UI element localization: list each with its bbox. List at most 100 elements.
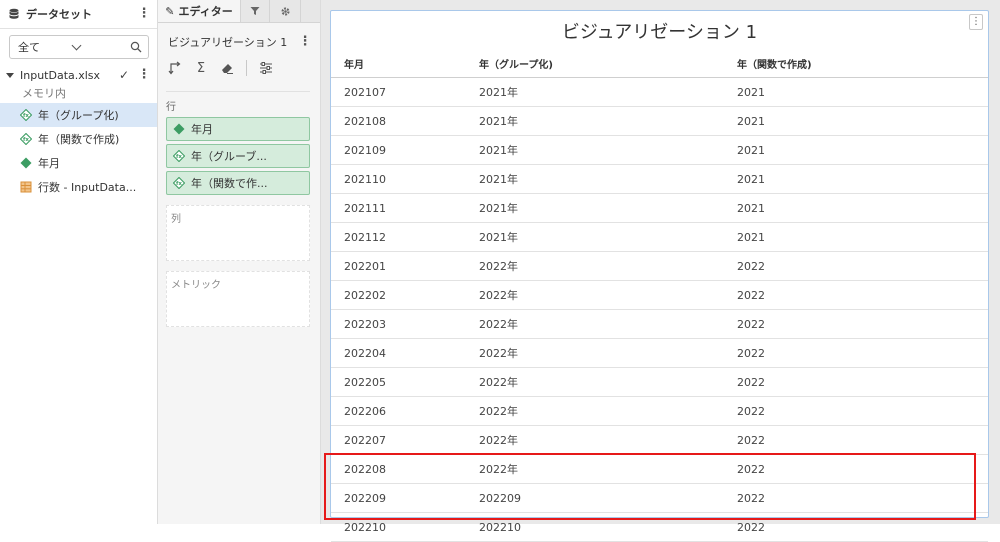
dataset-file-row[interactable]: InputData.xlsx ✓ ⋮ [0,65,157,85]
file-menu-icon[interactable]: ⋮ [137,68,151,81]
dataset-title: データセット [26,8,92,21]
table-cell: 202204 [331,338,478,368]
svg-text:fx: fx [23,113,29,119]
tab-editor[interactable]: ✎ エディター [158,0,241,22]
table-cell: 2022年 [478,425,736,455]
table-cell: 202210 [331,512,478,542]
visualization-title: ビジュアリゼーション 1 [561,22,758,43]
table-cell: 202110 [331,164,478,194]
table-cell: 2022 [736,251,988,281]
svg-text:fx: fx [23,137,29,143]
row-pill-year-function[interactable]: fx 年（関数で作... [166,171,310,195]
gear-icon [280,6,290,16]
sigma-icon[interactable]: Σ [194,61,208,76]
field-year-group[interactable]: fx 年（グループ化) [0,103,157,127]
editor-toolbar: Σ [158,57,320,79]
table-cell: 2022年 [478,251,736,281]
dataset-header: データセット ⋮ [0,0,157,29]
table-cell: 202108 [331,106,478,136]
table-cell: 2021年 [478,164,736,194]
dataset-filter-dropdown[interactable]: 全て [9,35,149,59]
svg-text:fx: fx [176,154,182,160]
field-label: 年（グループ化) [38,109,119,122]
table-cell: 202109 [331,135,478,165]
table-header-row: 年月 年（グループ化) 年（関数で作成) [331,49,988,78]
row-pill-year-group[interactable]: fx 年（グルーブ... [166,144,310,168]
table-row: 202207 2022年 2022 [331,425,988,455]
table-row: 202108 2021年 2021 [331,106,988,136]
tab-editor-label: エディター [178,5,233,18]
data-table: 年月 年（グループ化) 年（関数で作成) 202107 2021年 2021 2021… [331,49,988,542]
dataset-file-name: InputData.xlsx [20,68,101,82]
search-icon[interactable] [130,41,142,53]
visualization-card[interactable]: ビジュアリゼーション 1 ⋮ 年月 年（グループ化) 年（関数で作成) 2021… [330,10,989,542]
check-icon: ✓ [118,68,129,82]
field-year-function[interactable]: fx 年（関数で作成) [0,127,157,151]
columns-label: 列 [171,214,181,225]
table-cell: 2022 [736,425,988,455]
table-cell: 2021年 [478,77,736,107]
table-cell: 202208 [331,454,478,484]
table-cell: 2021年 [478,193,736,223]
table-row: 202208 2022年 2022 [331,454,988,484]
table-row: 202210 202210 2022 [331,512,988,542]
editor-menu-icon[interactable]: ⋮ [298,35,312,48]
eraser-icon[interactable] [220,61,234,75]
table-row: 202209 202209 2022 [331,483,988,513]
table-cell: 2021 [736,222,988,252]
table-cell: 2022年 [478,454,736,484]
table-cell: 2022 [736,367,988,397]
table-cell: 202206 [331,396,478,426]
table-cell: 202210 [478,512,736,542]
columns-dropzone[interactable]: 列 [166,205,310,261]
column-header[interactable]: 年（グループ化) [478,49,736,78]
table-cell: 2021 [736,106,988,136]
sliders-icon[interactable] [259,61,273,75]
table-cell: 202107 [331,77,478,107]
tab-settings[interactable] [270,0,301,22]
table-cell: 2021年 [478,222,736,252]
diamond-icon [20,157,32,169]
field-label: 年（関数で作成) [38,133,120,146]
collapse-triangle-icon[interactable] [6,72,14,78]
metrics-dropzone[interactable]: メトリック [166,271,310,327]
rows-well: 行 年月 fx 年（グルーブ... fx 年（関数で作... [166,91,310,195]
metrics-label: メトリック [171,280,221,291]
visualization-area: ビジュアリゼーション 1 ⋮ 年月 年（グループ化) 年（関数で作成) 2021… [321,0,1000,542]
column-header[interactable]: 年月 [331,49,478,78]
table-cell: 202112 [331,222,478,252]
table-cell: 2021年 [478,135,736,165]
table-cell: 2022年 [478,309,736,339]
row-pill-year-month[interactable]: 年月 [166,117,310,141]
table-cell: 2022年 [478,367,736,397]
table-row: 202206 2022年 2022 [331,396,988,426]
table-row: 202201 2022年 2022 [331,251,988,281]
table-cell: 2022 [736,512,988,542]
table-cell: 2022年 [478,396,736,426]
swap-axes-icon[interactable] [168,61,182,75]
tab-filter[interactable] [241,0,270,22]
column-header[interactable]: 年（関数で作成) [736,49,988,78]
field-row-count[interactable]: 行数 - InputData... [0,175,157,199]
table-cell: 2022 [736,483,988,513]
fx-icon: fx [173,177,185,189]
fx-icon: fx [173,150,185,162]
field-label: 行数 - InputData... [38,181,137,194]
table-cell: 202111 [331,193,478,223]
viz-menu-icon[interactable]: ⋮ [969,14,983,30]
dataset-panel: データセット ⋮ 全て InputData.xlsx ✓ ⋮ メモリ内 fx 年… [0,0,158,524]
pill-label: 年月 [191,123,213,136]
editor-tabs: ✎ エディター [158,0,320,23]
fx-icon: fx [20,109,32,121]
table-cell: 202205 [331,367,478,397]
table-cell: 2021 [736,164,988,194]
table-cell: 2021 [736,135,988,165]
dataset-menu-icon[interactable]: ⋮ [137,7,151,20]
table-row: 202110 2021年 2021 [331,164,988,194]
database-icon [9,8,19,19]
field-year-month[interactable]: 年月 [0,151,157,175]
table-cell: 202209 [478,483,736,513]
dataset-filter-value: 全て [18,41,40,54]
table-cell: 2022 [736,454,988,484]
editor-viz-title-row: ビジュアリゼーション 1 ⋮ [158,31,320,53]
